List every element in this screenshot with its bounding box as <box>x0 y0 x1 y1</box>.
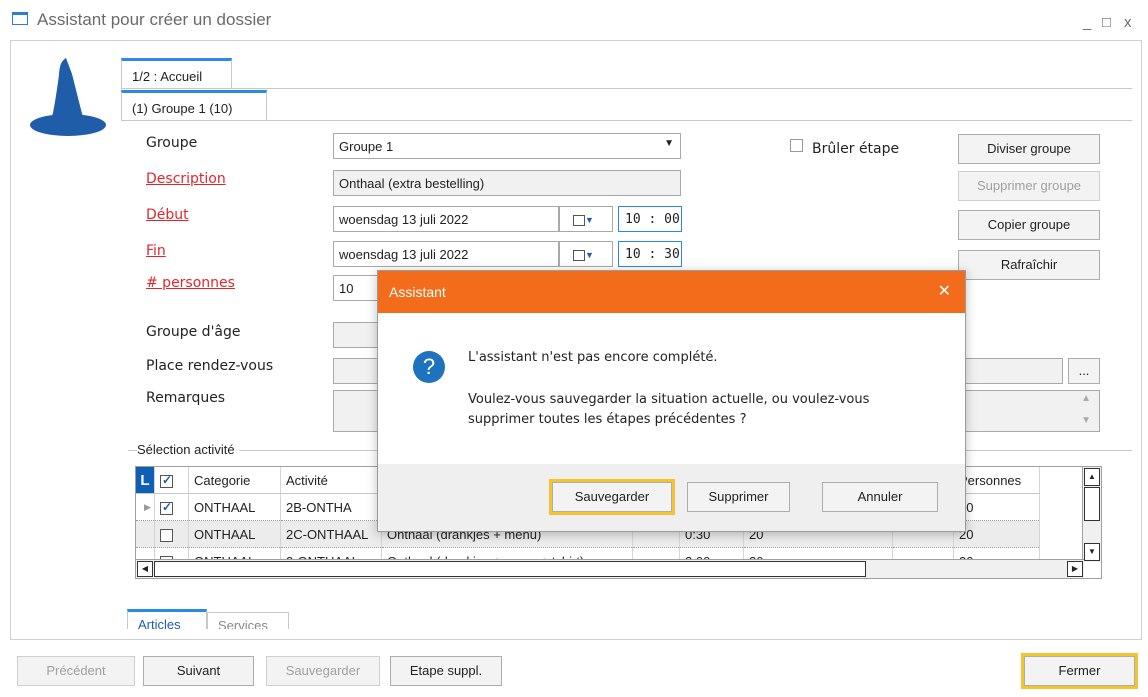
description-value: Onthaal (extra bestelling) <box>339 176 485 191</box>
fin-calendar-button[interactable]: ▼ <box>559 241 613 267</box>
fermer-button[interactable]: Fermer <box>1021 653 1138 689</box>
scroll-thumb[interactable] <box>154 561 866 577</box>
header-categorie[interactable]: Categorie <box>188 467 281 494</box>
window-icon <box>12 12 28 25</box>
tab-separator <box>121 88 1132 89</box>
row-pointer-icon: ▶ <box>136 493 155 521</box>
calendar-icon <box>573 250 585 261</box>
header-activite[interactable]: Activité <box>280 467 382 494</box>
close-window-button[interactable]: x <box>1124 14 1132 31</box>
fin-date-field[interactable]: woensdag 13 juli 2022 <box>333 241 559 267</box>
debut-date-field[interactable]: woensdag 13 juli 2022 <box>333 206 559 232</box>
debut-label: Début <box>146 207 189 223</box>
tab-articles[interactable]: Articles <box>127 609 207 629</box>
dialog-header: Assistant ✕ <box>378 271 965 313</box>
title-bar: Assistant pour créer un dossier _ □ x <box>12 8 1142 36</box>
wizard-hat-icon <box>30 58 106 136</box>
debut-time-value: 10 : 00 <box>625 212 680 227</box>
assistant-dialog: Assistant ✕ ? L'assistant n'est pas enco… <box>377 270 966 532</box>
diviser-groupe-button[interactable]: Diviser groupe <box>958 134 1100 164</box>
browse-place-button[interactable]: ... <box>1068 358 1100 384</box>
cell-activite: 2B-ONTHA <box>280 493 382 521</box>
suivant-button[interactable]: Suivant <box>143 656 254 686</box>
dialog-annuler-button[interactable]: Annuler <box>822 482 938 512</box>
fin-time-value: 10 : 30 <box>625 247 680 262</box>
debut-date-value: woensdag 13 juli 2022 <box>339 212 469 227</box>
chevron-down-icon: ▼ <box>585 215 594 225</box>
cell-personnes: 20 <box>953 493 1040 521</box>
tab-separator-2 <box>121 120 1132 121</box>
scroll-down-icon[interactable]: ▼ <box>1084 543 1100 561</box>
debut-time-field[interactable]: 10 : 00 <box>618 206 682 232</box>
row-checkbox[interactable] <box>160 528 173 542</box>
l-badge[interactable]: L <box>136 467 155 494</box>
chevron-down-icon: ▼ <box>585 250 594 260</box>
place-rendez-vous-label: Place rendez-vous <box>146 358 274 374</box>
window-title: Assistant pour créer un dossier <box>37 10 272 29</box>
scroll-left-icon[interactable]: ◀ <box>137 561 153 577</box>
cell-activite: 2C-ONTHAAL <box>280 520 382 548</box>
fin-label: Fin <box>146 243 166 259</box>
fin-time-field[interactable]: 10 : 30 <box>618 241 682 267</box>
sauvegarder-footer-button[interactable]: Sauvegarder <box>266 656 380 686</box>
description-label: Description <box>146 171 226 187</box>
dialog-line-3: supprimer toutes les étapes précédentes … <box>468 412 747 427</box>
dialog-footer: Sauvegarder Supprimer Annuler <box>378 464 965 531</box>
grid-vertical-scrollbar[interactable]: ▲ ▼ <box>1082 467 1101 562</box>
scroll-thumb[interactable] <box>1084 487 1100 521</box>
dialog-line-2: Voulez-vous sauvegarder la situation act… <box>468 392 870 407</box>
remarques-label: Remarques <box>146 390 226 406</box>
groupe-age-field[interactable] <box>333 322 383 348</box>
cell-categorie: ONTHAAL <box>188 520 281 548</box>
etape-suppl-button[interactable]: Etape suppl. <box>390 656 502 686</box>
question-icon: ? <box>413 351 445 383</box>
tab-accueil[interactable]: 1/2 : Accueil <box>121 58 232 88</box>
tab-services[interactable]: Services <box>207 612 289 629</box>
calendar-icon <box>573 215 585 226</box>
personnes-label: # personnes <box>146 275 235 291</box>
precedent-button[interactable]: Précédent <box>17 656 135 686</box>
scroll-up-icon[interactable]: ▲ <box>1081 393 1091 404</box>
header-personnes[interactable]: Personnes <box>953 467 1040 494</box>
close-icon[interactable]: ✕ <box>938 281 951 301</box>
groupe-select[interactable]: Groupe 1 ▼ <box>333 133 681 159</box>
row-checkbox[interactable] <box>160 500 173 515</box>
debut-calendar-button[interactable]: ▼ <box>559 206 613 232</box>
rafraichir-button[interactable]: Rafraîchir <box>958 250 1100 280</box>
personnes-value: 10 <box>339 281 354 296</box>
dialog-title: Assistant <box>389 284 446 300</box>
chevron-down-icon: ▼ <box>664 138 674 149</box>
scroll-right-icon[interactable]: ▶ <box>1067 561 1083 577</box>
bruler-etape-label: Brûler étape <box>812 141 900 157</box>
dialog-sauvegarder-button[interactable]: Sauvegarder <box>549 479 675 515</box>
maximize-button[interactable]: □ <box>1102 14 1111 31</box>
personnes-field[interactable]: 10 <box>333 275 383 301</box>
copier-groupe-button[interactable]: Copier groupe <box>958 210 1100 240</box>
groupe-value: Groupe 1 <box>339 139 394 154</box>
cell-personnes: 20 <box>953 520 1040 548</box>
groupe-age-label: Groupe d'âge <box>146 324 241 340</box>
scroll-up-icon[interactable]: ▲ <box>1084 468 1100 486</box>
selection-legend: Sélection activité <box>137 442 239 457</box>
description-field[interactable]: Onthaal (extra bestelling) <box>333 170 681 196</box>
grid-horizontal-scrollbar[interactable]: ◀ ▶ <box>136 559 1084 578</box>
dialog-supprimer-button[interactable]: Supprimer <box>687 482 790 512</box>
tab-groupe-1[interactable]: (1) Groupe 1 (10) <box>121 90 267 120</box>
groupe-label: Groupe <box>146 135 198 151</box>
scroll-down-icon[interactable]: ▼ <box>1081 415 1091 426</box>
cell-categorie: ONTHAAL <box>188 493 281 521</box>
dialog-line-1: L'assistant n'est pas encore complété. <box>468 350 718 365</box>
supprimer-groupe-button[interactable]: Supprimer groupe <box>958 171 1100 201</box>
fin-date-value: woensdag 13 juli 2022 <box>339 247 469 262</box>
select-all-checkbox[interactable] <box>160 473 173 488</box>
bruler-etape-checkbox[interactable] <box>790 139 803 152</box>
minimize-button[interactable]: _ <box>1083 14 1091 31</box>
